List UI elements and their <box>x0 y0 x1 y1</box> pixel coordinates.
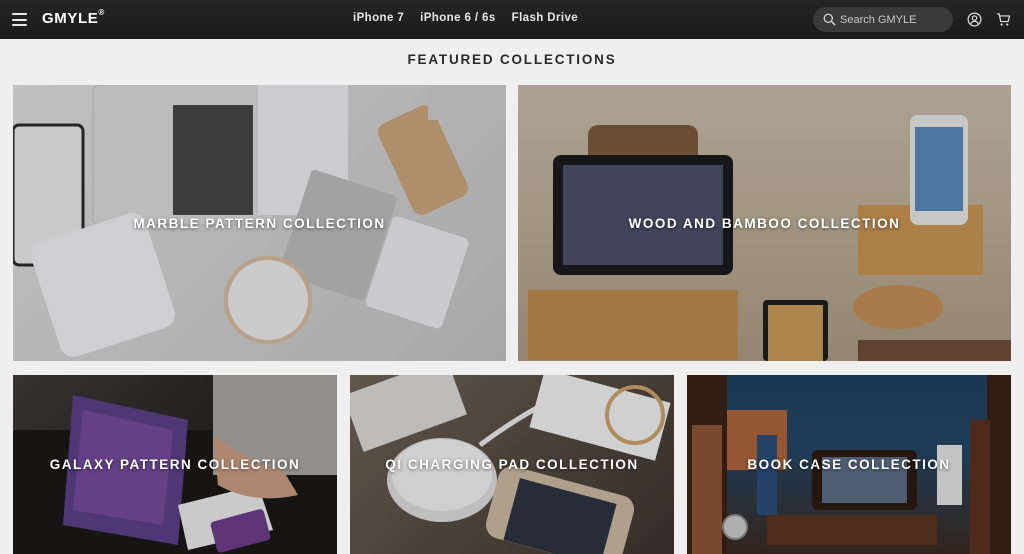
collection-title: GALAXY PATTERN COLLECTION <box>49 457 301 472</box>
collection-tile-book-case[interactable]: BOOK CASE COLLECTION <box>687 375 1011 554</box>
registered-mark: ® <box>98 8 105 17</box>
collection-title: WOOD AND BAMBOO COLLECTION <box>628 215 901 231</box>
search-icon <box>823 13 836 26</box>
cart-icon[interactable] <box>996 12 1011 27</box>
collection-title: BOOK CASE COLLECTION <box>747 457 951 472</box>
page-title: FEATURED COLLECTIONS <box>407 52 617 67</box>
collection-title: MARBLE PATTERN COLLECTION <box>133 215 386 231</box>
collection-tile-wood-bamboo[interactable]: WOOD AND BAMBOO COLLECTION <box>518 85 1011 361</box>
menu-icon[interactable] <box>12 13 27 26</box>
nav-link-iphone-6-6s[interactable]: iPhone 6 / 6s <box>420 12 496 24</box>
search-box[interactable] <box>813 7 953 32</box>
nav-link-flash-drive[interactable]: Flash Drive <box>512 12 578 24</box>
main-nav: iPhone 7 iPhone 6 / 6s Flash Drive <box>353 12 578 24</box>
top-navigation-bar: GMYLE® iPhone 7 iPhone 6 / 6s Flash Driv… <box>0 0 1024 39</box>
collection-tile-marble[interactable]: MARBLE PATTERN COLLECTION <box>13 85 506 361</box>
account-icon[interactable] <box>967 12 982 27</box>
collection-title: QI CHARGING PAD COLLECTION <box>385 457 639 472</box>
nav-link-iphone-7[interactable]: iPhone 7 <box>353 12 404 24</box>
search-input[interactable] <box>840 13 950 26</box>
collection-tile-galaxy[interactable]: GALAXY PATTERN COLLECTION <box>13 375 337 554</box>
brand-name: GMYLE <box>42 10 99 27</box>
collection-tile-qi-charging[interactable]: QI CHARGING PAD COLLECTION <box>350 375 674 554</box>
brand-logo[interactable]: GMYLE® <box>42 8 105 27</box>
